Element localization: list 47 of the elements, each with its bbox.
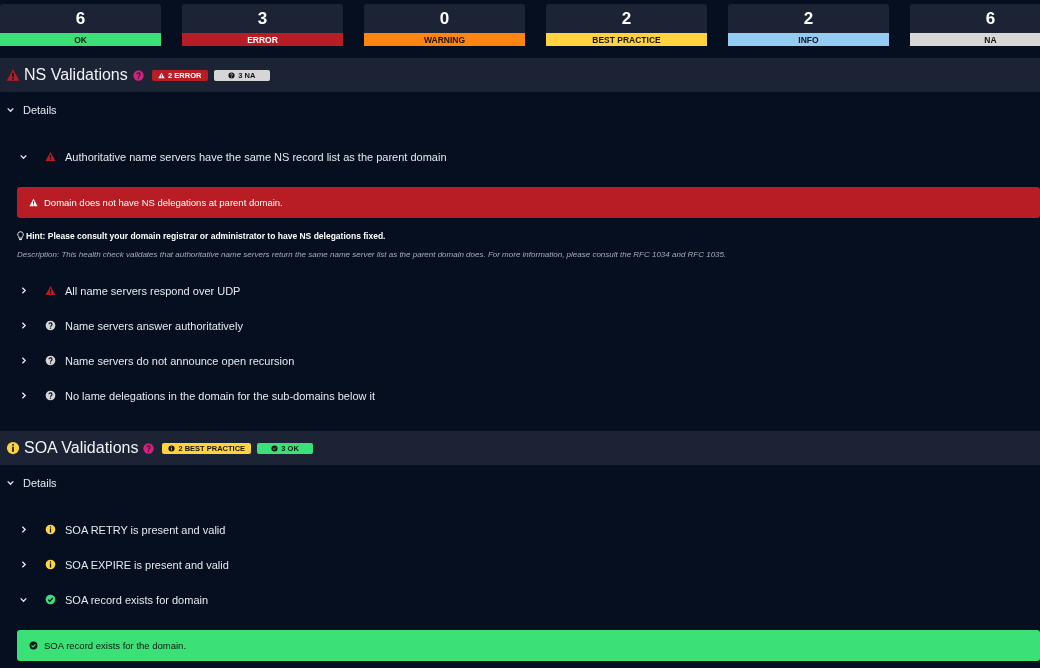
stat-count: 3 xyxy=(257,8,268,29)
details-toggle[interactable]: Details xyxy=(23,476,57,489)
check-title[interactable]: All name servers respond over UDP xyxy=(65,284,241,297)
chevron-right-icon[interactable] xyxy=(19,560,28,569)
warning-icon xyxy=(158,71,166,79)
chevron-right-icon[interactable] xyxy=(19,286,28,295)
stat-count: 6 xyxy=(75,8,86,29)
description-text: Description: This health check validates that authoritative name servers return the same name server list as the parent domain does. For more information, please consult the RFC 1034 and RFC 1035. xyxy=(17,250,728,259)
details-toggle[interactable]: Details xyxy=(23,103,57,116)
check-title[interactable]: SOA record exists for domain xyxy=(65,593,209,606)
stat-label: OK xyxy=(0,33,161,46)
stat-label: BEST PRACTICE xyxy=(546,33,707,46)
check-title[interactable]: SOA EXPIRE is present and valid xyxy=(65,558,229,571)
stat-count: 0 xyxy=(439,8,450,29)
check-title[interactable]: SOA RETRY is present and valid xyxy=(65,523,226,536)
warning-icon xyxy=(29,198,38,207)
stat-label: INFO xyxy=(728,33,889,46)
chevron-down-icon[interactable] xyxy=(19,595,28,604)
hint-text: Hint: Please consult your domain registrar or administrator to have NS delegations fixed. xyxy=(26,231,386,241)
lightbulb-icon xyxy=(17,231,24,241)
stat-label: WARNING xyxy=(364,33,525,46)
question-icon xyxy=(228,71,236,79)
check-title[interactable]: Authoritative name servers have the same NS record list as the parent domain xyxy=(65,150,447,163)
chevron-right-icon[interactable] xyxy=(19,321,28,330)
section-title: SOA Validations xyxy=(24,439,139,457)
alert-text: Domain does not have NS delegations at parent domain. xyxy=(44,197,283,208)
info-icon xyxy=(168,444,176,452)
check-circle-icon xyxy=(271,444,279,452)
chevron-right-icon[interactable] xyxy=(19,356,28,365)
stat-label: ERROR xyxy=(182,33,343,46)
check-circle-icon xyxy=(29,641,38,650)
chevron-down-icon[interactable] xyxy=(6,105,15,114)
stat-label: NA xyxy=(910,33,1040,46)
check-title[interactable]: Name servers do not announce open recursion xyxy=(65,354,295,367)
section-title: NS Validations xyxy=(24,66,128,84)
chevron-down-icon[interactable] xyxy=(6,478,15,487)
check-title[interactable]: No lame delegations in the domain for the sub-domains below it xyxy=(65,389,375,402)
help-icon[interactable] xyxy=(143,442,155,454)
chevron-right-icon[interactable] xyxy=(19,525,28,534)
check-title[interactable]: Name servers answer authoritatively xyxy=(65,319,243,332)
stat-count: 2 xyxy=(621,8,632,29)
chevron-down-icon[interactable] xyxy=(19,152,28,161)
alert-text: SOA record exists for the domain. xyxy=(44,640,187,651)
help-icon[interactable] xyxy=(132,69,144,81)
stat-count: 2 xyxy=(803,8,814,29)
chevron-right-icon[interactable] xyxy=(19,391,28,400)
stat-count: 6 xyxy=(985,8,996,29)
